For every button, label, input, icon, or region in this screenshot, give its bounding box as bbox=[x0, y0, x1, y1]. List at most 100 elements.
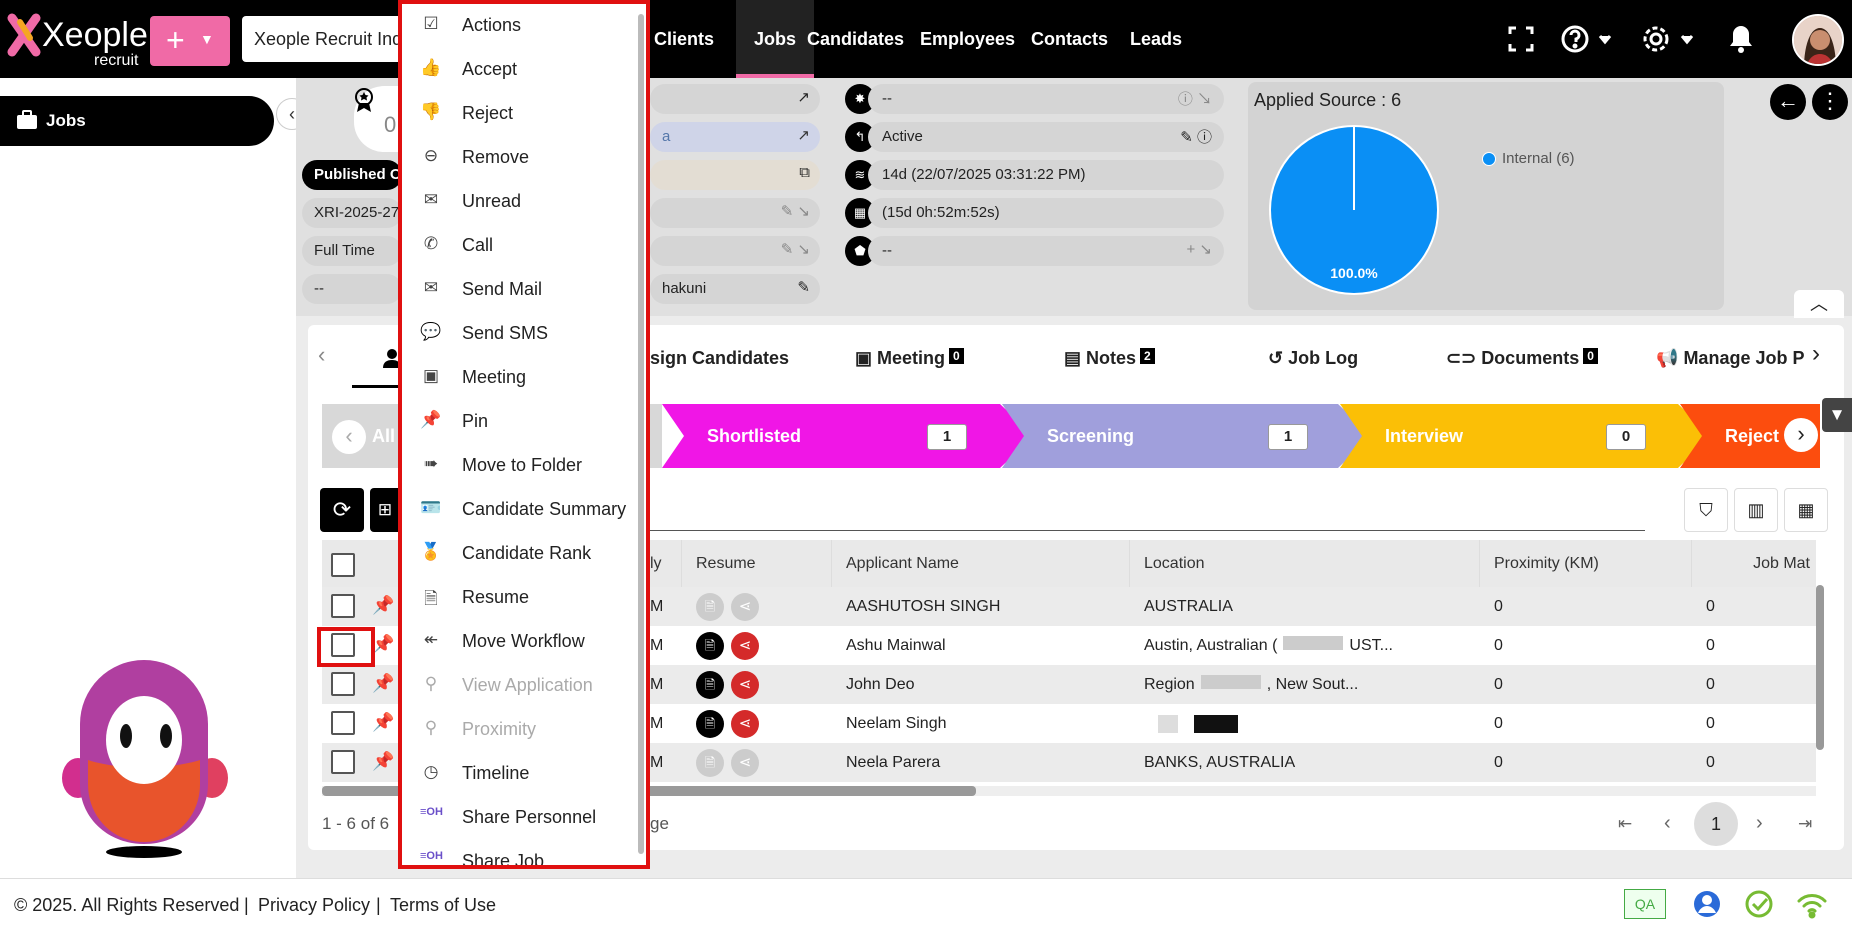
external-link-icon[interactable]: ⧉ bbox=[799, 164, 810, 181]
menu-item-move-to-folder[interactable]: ➠ Move to Folder bbox=[402, 443, 646, 487]
edit-pencil-icon[interactable]: ✎ ↘ bbox=[781, 202, 810, 220]
tab-manage-job[interactable]: 📢 Manage Job P bbox=[1656, 348, 1816, 369]
filter-button[interactable]: ⛉ bbox=[1684, 488, 1728, 532]
share-icon[interactable]: ⋖ bbox=[731, 671, 759, 699]
terms-of-use-link[interactable]: Terms of Use bbox=[390, 895, 496, 916]
menu-item-view-application[interactable]: ⚲ View Application bbox=[402, 663, 646, 707]
menu-item-meeting[interactable]: ▣ Meeting bbox=[402, 355, 646, 399]
menu-item-call[interactable]: ✆ Call bbox=[402, 223, 646, 267]
share-icon[interactable]: ⋖ bbox=[731, 749, 759, 777]
menu-item-send-mail[interactable]: ✉ Send Mail bbox=[402, 267, 646, 311]
stage-screening[interactable]: Screening 1 bbox=[1002, 404, 1372, 468]
more-options-button[interactable]: ⋮ bbox=[1812, 84, 1848, 120]
tab-meeting[interactable]: ▣ Meeting 0 bbox=[855, 348, 964, 369]
resume-document-icon[interactable]: 🗎 bbox=[696, 710, 724, 738]
add-tag-icon[interactable]: + ↘ bbox=[1187, 240, 1213, 258]
sidebar-item-jobs[interactable]: Jobs bbox=[0, 96, 274, 146]
refresh-button[interactable]: ⟳ bbox=[320, 488, 364, 532]
vertical-scrollbar[interactable] bbox=[1816, 585, 1824, 750]
notification-bell-icon[interactable] bbox=[1724, 22, 1758, 56]
tab-assign-candidates[interactable]: sign Candidates bbox=[650, 348, 789, 369]
user-profile-icon[interactable] bbox=[1692, 889, 1722, 919]
quick-add-button[interactable]: + ▼ bbox=[150, 16, 230, 66]
row-select-checkbox[interactable] bbox=[331, 750, 355, 774]
column-header-location[interactable]: Location bbox=[1130, 540, 1480, 588]
pin-icon[interactable]: 📌 bbox=[372, 634, 394, 655]
back-arrow-button[interactable]: ← bbox=[1770, 84, 1806, 120]
arrow-up-right-icon[interactable]: ↗ bbox=[797, 88, 810, 106]
row-select-checkbox[interactable] bbox=[331, 594, 355, 618]
help-menu-button[interactable] bbox=[1560, 22, 1618, 56]
xeople-logo[interactable]: Xeople recruit bbox=[6, 8, 148, 70]
previous-page-button[interactable]: ‹ bbox=[1664, 812, 1671, 835]
tab-candidates[interactable] bbox=[352, 330, 402, 388]
menu-item-reject[interactable]: 👎 Reject bbox=[402, 91, 646, 135]
row-select-checkbox[interactable] bbox=[331, 711, 355, 735]
info-icon[interactable]: ⓘ ↘ bbox=[1178, 88, 1212, 109]
arrow-up-right-icon[interactable]: ↗ bbox=[797, 126, 810, 144]
current-page-button[interactable]: 1 bbox=[1694, 802, 1738, 846]
resume-document-icon[interactable]: 🗎 bbox=[696, 749, 724, 777]
stage-interview[interactable]: Interview 0 bbox=[1340, 404, 1712, 468]
share-icon[interactable]: ⋖ bbox=[731, 710, 759, 738]
menu-item-actions[interactable]: ☑ Actions bbox=[402, 4, 646, 47]
tab-documents[interactable]: ⊂⊃ Documents 0 bbox=[1446, 348, 1598, 369]
column-header-job-match[interactable]: Job Mat bbox=[1692, 540, 1816, 588]
collapse-header-button[interactable]: ︿ bbox=[1794, 290, 1844, 318]
edit-status-icon[interactable]: ✎ ⓘ bbox=[1180, 126, 1212, 147]
nav-clients[interactable]: Clients bbox=[650, 0, 718, 78]
last-page-button[interactable]: ⇥ bbox=[1798, 814, 1812, 834]
tab-job-log[interactable]: ↺ Job Log bbox=[1268, 348, 1358, 369]
columns-button[interactable]: ▥ bbox=[1734, 488, 1778, 532]
share-icon[interactable]: ⋖ bbox=[731, 632, 759, 660]
column-header-proximity[interactable]: Proximity (KM) bbox=[1480, 540, 1692, 588]
column-header-applicant-name[interactable]: Applicant Name bbox=[832, 540, 1130, 588]
menu-item-share-personnel[interactable]: ≡OH Share Personnel bbox=[402, 795, 646, 839]
menu-item-candidate-rank[interactable]: 🏅 Candidate Rank bbox=[402, 531, 646, 575]
row-select-checkbox[interactable] bbox=[331, 672, 355, 696]
menu-item-accept[interactable]: 👍 Accept bbox=[402, 47, 646, 91]
funnel-filter-icon[interactable]: ▼ bbox=[1822, 398, 1852, 432]
stages-scroll-right-button[interactable]: › bbox=[1784, 418, 1818, 452]
menu-item-proximity[interactable]: ⚲ Proximity bbox=[402, 707, 646, 751]
user-avatar[interactable] bbox=[1792, 14, 1844, 66]
pin-icon[interactable]: 📌 bbox=[372, 673, 394, 694]
resume-document-icon[interactable]: 🗎 bbox=[696, 632, 724, 660]
menu-item-send-sms[interactable]: 💬 Send SMS bbox=[402, 311, 646, 355]
resume-document-icon[interactable]: 🗎 bbox=[696, 593, 724, 621]
settings-menu-button[interactable] bbox=[1640, 22, 1698, 56]
menu-item-share-job[interactable]: ≡OH Share Job bbox=[402, 839, 646, 865]
menu-item-resume[interactable]: 🗎 Resume bbox=[402, 575, 646, 619]
menu-item-unread[interactable]: ✉ Unread bbox=[402, 179, 646, 223]
legend-item-internal[interactable]: Internal (6) bbox=[1502, 150, 1575, 167]
first-page-button[interactable]: ⇤ bbox=[1618, 814, 1632, 834]
share-icon[interactable]: ⋖ bbox=[731, 593, 759, 621]
organization-selector[interactable]: Xeople Recruit Ind bbox=[242, 16, 402, 62]
pin-icon[interactable]: 📌 bbox=[372, 751, 394, 772]
bulk-action-button[interactable]: ⊞ bbox=[370, 488, 400, 532]
column-header-resume[interactable]: Resume bbox=[682, 540, 832, 588]
grid-view-button[interactable]: ▦ bbox=[1784, 488, 1828, 532]
nav-leads[interactable]: Leads bbox=[1130, 0, 1182, 78]
edit-pencil-icon[interactable]: ✎ ↘ bbox=[781, 240, 810, 258]
menu-item-timeline[interactable]: ◷ Timeline bbox=[402, 751, 646, 795]
menu-item-remove[interactable]: ⊖ Remove bbox=[402, 135, 646, 179]
nav-jobs[interactable]: Jobs bbox=[736, 0, 815, 78]
tab-notes[interactable]: ▤ Notes 2 bbox=[1064, 348, 1155, 369]
resume-document-icon[interactable]: 🗎 bbox=[696, 671, 724, 699]
menu-item-move-workflow[interactable]: ↞ Move Workflow bbox=[402, 619, 646, 663]
next-page-button[interactable]: › bbox=[1756, 812, 1763, 835]
tabs-scroll-right-button[interactable]: › bbox=[1812, 340, 1820, 368]
pin-icon[interactable]: 📌 bbox=[372, 712, 394, 733]
stages-scroll-left-button[interactable]: ‹ bbox=[332, 420, 366, 454]
edit-pencil-icon[interactable]: ✎ bbox=[797, 278, 810, 296]
tabs-scroll-left-button[interactable]: ‹ bbox=[318, 342, 325, 368]
stage-shortlisted[interactable]: Shortlisted 1 bbox=[662, 404, 1034, 468]
pin-icon[interactable]: 📌 bbox=[372, 595, 394, 616]
nav-contacts[interactable]: Contacts bbox=[1031, 0, 1108, 78]
menu-item-pin[interactable]: 📌 Pin bbox=[402, 399, 646, 443]
privacy-policy-link[interactable]: Privacy Policy bbox=[258, 895, 370, 916]
select-all-checkbox[interactable] bbox=[331, 553, 355, 577]
nav-employees[interactable]: Employees bbox=[920, 0, 1015, 78]
menu-scrollbar[interactable] bbox=[638, 14, 644, 854]
